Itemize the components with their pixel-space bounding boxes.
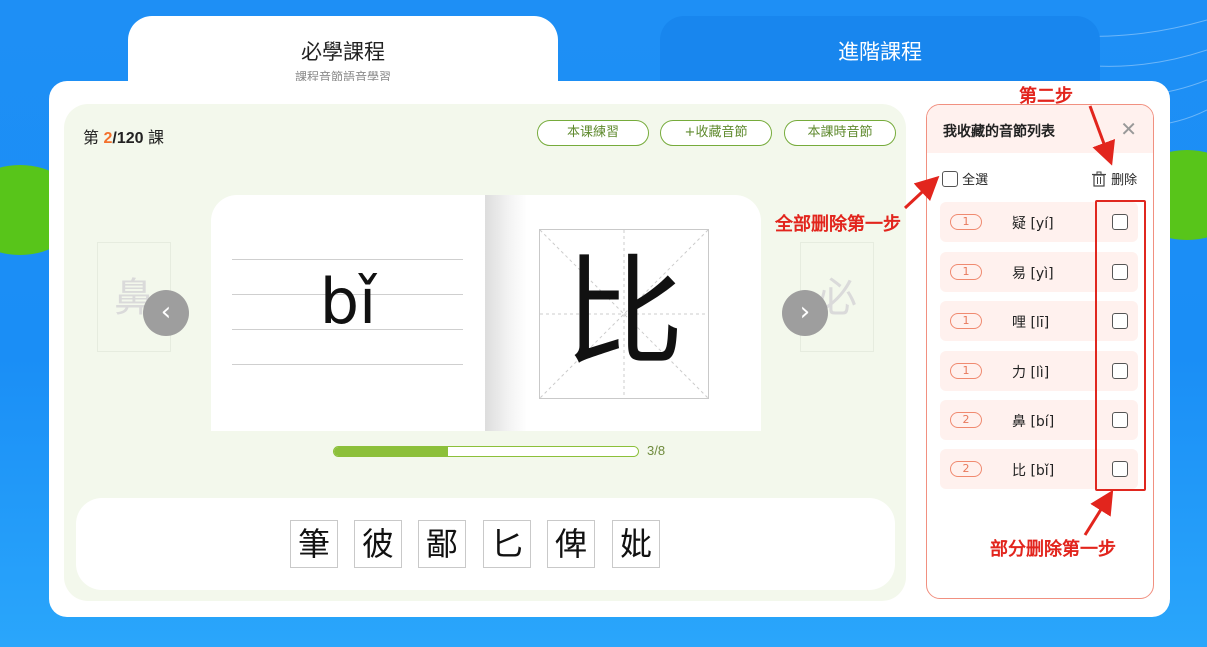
chevron-right-icon: ›	[799, 297, 811, 327]
syllable-label: 哩 [lī]	[1012, 315, 1050, 331]
chevron-left-icon: ‹	[160, 297, 172, 327]
select-all-checkbox[interactable]: 全選	[942, 169, 988, 188]
syllable-label: 鼻 [bí]	[1012, 414, 1055, 430]
syllable-label: 力 [lì]	[1012, 365, 1050, 381]
lesson-total: /120	[112, 130, 144, 147]
count-badge: 1	[950, 214, 982, 230]
related-char-1[interactable]: 筆	[290, 520, 338, 568]
delete-button[interactable]: 删除	[1091, 169, 1137, 188]
annotation-step-two: 第二步	[1019, 86, 1073, 107]
lesson-counter: 第 2/120 課	[83, 124, 164, 148]
syllable-label: 易 [yì]	[1012, 266, 1054, 282]
next-card-button[interactable]: ›	[782, 290, 828, 336]
tab-advanced-label: 進階課程	[838, 40, 922, 64]
lesson-syllables-button[interactable]: 本課時音節	[784, 120, 896, 146]
related-char-3[interactable]: 鄙	[418, 520, 466, 568]
annotation-partial-delete-step-one: 部分删除第一步	[990, 539, 1116, 560]
count-badge: 1	[950, 363, 982, 379]
favorites-header: 我收藏的音節列表 ✕	[927, 105, 1153, 153]
lesson-prefix: 第	[83, 130, 100, 147]
main-character: 比	[564, 244, 684, 383]
count-badge: 1	[950, 264, 982, 280]
syllable-label: 比 [bǐ]	[1012, 463, 1055, 479]
syllable-label: 疑 [yí]	[1012, 216, 1054, 232]
related-char-2[interactable]: 彼	[354, 520, 402, 568]
pinyin-text: bǐ	[319, 265, 377, 338]
progress-label: 3/8	[647, 443, 666, 458]
progress-fill	[334, 447, 448, 456]
tab-advanced-course[interactable]: 進階課程	[660, 16, 1100, 82]
progress-bar	[333, 446, 639, 457]
annotation-delete-all-step-one: 全部删除第一步	[775, 214, 901, 235]
tab-required-label: 必學課程	[301, 40, 385, 64]
count-badge: 2	[950, 412, 982, 428]
related-char-6[interactable]: 妣	[612, 520, 660, 568]
highlight-box-checkboxes	[1095, 200, 1146, 491]
add-favorite-syllable-button[interactable]: +收藏音節	[660, 120, 772, 146]
card-fold	[485, 195, 527, 431]
favorites-title: 我收藏的音節列表	[943, 124, 1055, 140]
close-icon[interactable]: ✕	[1120, 117, 1137, 141]
count-badge: 1	[950, 313, 982, 329]
count-badge: 2	[950, 461, 982, 477]
select-all-box[interactable]	[942, 171, 958, 187]
character-grid: 比	[539, 229, 709, 399]
related-char-4[interactable]: 匕	[483, 520, 531, 568]
flashcard: bǐ 比	[211, 195, 761, 431]
related-char-5[interactable]: 俾	[547, 520, 595, 568]
trash-icon	[1092, 171, 1106, 187]
lesson-practice-button[interactable]: 本课練習	[537, 120, 649, 146]
lesson-suffix: 課	[147, 130, 164, 147]
previous-card-button[interactable]: ‹	[143, 290, 189, 336]
select-all-label: 全選	[962, 173, 989, 188]
delete-label: 删除	[1111, 173, 1138, 188]
